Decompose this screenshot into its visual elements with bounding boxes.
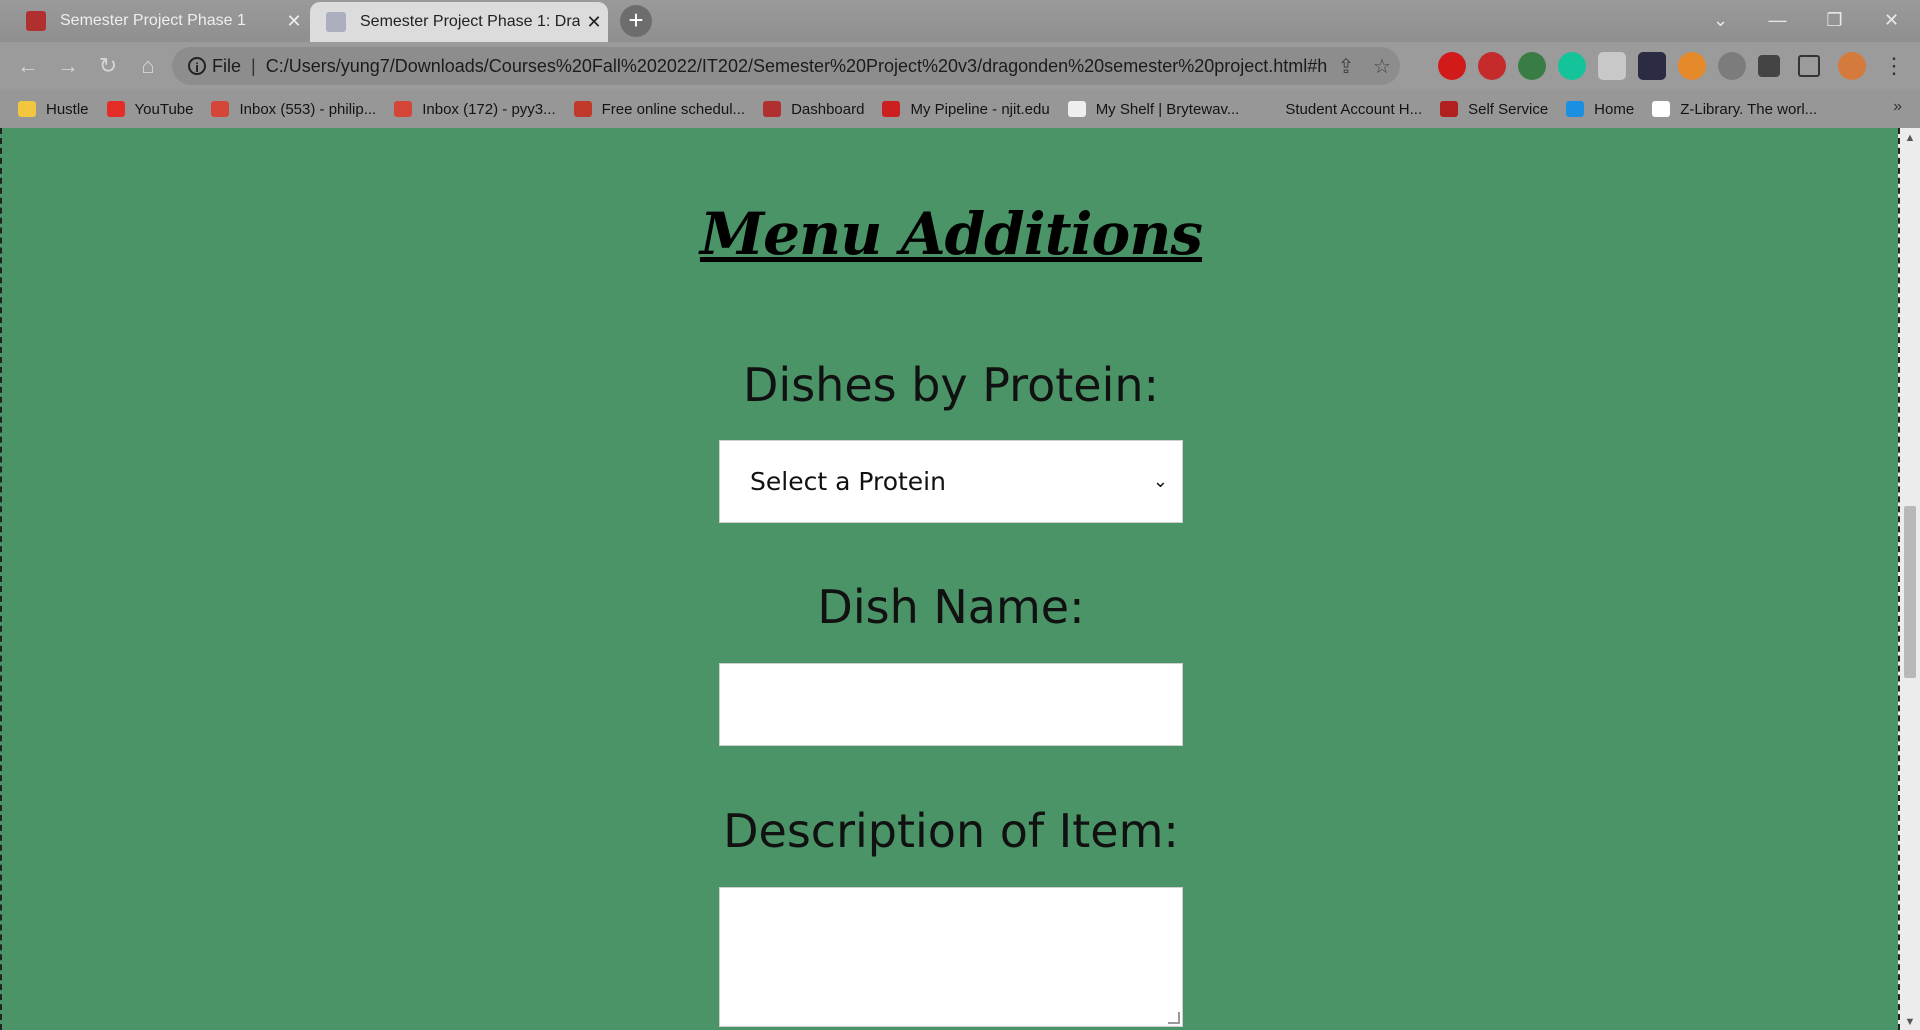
extensions-puzzle-icon[interactable] bbox=[1758, 55, 1780, 77]
site-info-icon[interactable]: i bbox=[188, 57, 206, 75]
bookmark-label: Student Account H... bbox=[1285, 100, 1423, 118]
bookmark-item[interactable]: My Pipeline - njit.edu bbox=[882, 100, 1050, 118]
tab-strip: Semester Project Phase 1 ✕ Semester Proj… bbox=[0, 0, 1920, 42]
bookmark-favicon-icon bbox=[1652, 101, 1671, 117]
new-tab-button[interactable]: + bbox=[620, 5, 652, 37]
address-bar[interactable]: i File | C:/Users/yung7/Downloads/Course… bbox=[172, 47, 1400, 85]
reload-icon[interactable]: ↻ bbox=[94, 52, 122, 80]
tab-favicon bbox=[326, 12, 346, 32]
description-label: Description of Item: bbox=[723, 804, 1179, 858]
scroll-up-icon[interactable]: ▲ bbox=[1900, 132, 1920, 144]
bookmarks-overflow-icon[interactable]: » bbox=[1893, 98, 1902, 116]
home-icon[interactable]: ⌂ bbox=[134, 52, 162, 80]
bookmark-label: Z-Library. The worl... bbox=[1680, 100, 1818, 118]
wire-extension-icon[interactable] bbox=[1638, 52, 1666, 80]
back-icon[interactable]: ← bbox=[14, 52, 42, 80]
bookmark-label: Free online schedul... bbox=[601, 100, 746, 118]
restore-icon[interactable]: ❐ bbox=[1806, 0, 1863, 40]
protein-label: Dishes by Protein: bbox=[743, 358, 1159, 412]
scheme-label: File bbox=[212, 55, 242, 76]
bookmark-favicon-icon bbox=[1257, 101, 1276, 117]
bookmarks-bar: Hustle YouTube Inbox (553) - philip... Inbo… bbox=[0, 90, 1920, 128]
tab-semester-project-active[interactable]: Semester Project Phase 1: Drago ✕ bbox=[310, 2, 608, 42]
dish-name-input[interactable] bbox=[719, 663, 1183, 746]
bookmark-label: Dashboard bbox=[791, 100, 865, 118]
window-controls: ⌄ — ❐ ✕ bbox=[1692, 0, 1920, 40]
dish-name-label: Dish Name: bbox=[817, 580, 1085, 634]
chevron-down-icon: ⌄ bbox=[1152, 471, 1168, 492]
extension-icon[interactable] bbox=[1598, 52, 1626, 80]
tab-semester-project[interactable]: Semester Project Phase 1 ✕ bbox=[10, 2, 308, 40]
bookmark-favicon-icon bbox=[106, 101, 125, 117]
share-icon[interactable]: ⇪ bbox=[1328, 54, 1364, 79]
adblock-extension-icon[interactable] bbox=[1478, 52, 1506, 80]
protein-select-value: Select a Protein bbox=[750, 467, 946, 496]
bookmark-star-icon[interactable]: ☆ bbox=[1364, 54, 1400, 79]
drive-extension-icon[interactable] bbox=[1518, 52, 1546, 80]
forward-icon[interactable]: → bbox=[54, 52, 82, 80]
address-separator: | bbox=[251, 55, 256, 76]
page-scrollbar[interactable]: ▲ ▼ bbox=[1898, 128, 1920, 1030]
bookmark-item[interactable]: Inbox (553) - philip... bbox=[211, 101, 376, 118]
protein-select[interactable]: Select a Protein ⌄ bbox=[719, 440, 1183, 523]
resize-handle-icon[interactable] bbox=[1168, 1012, 1180, 1024]
bookmark-item[interactable]: YouTube bbox=[106, 100, 194, 118]
bookmark-item[interactable]: Home bbox=[1566, 101, 1634, 118]
bookmark-favicon-icon bbox=[763, 101, 782, 117]
bookmark-item[interactable]: Inbox (172) - pyy3... bbox=[394, 100, 556, 118]
bookmark-favicon-icon bbox=[1067, 101, 1086, 117]
bookmark-label: Hustle bbox=[46, 100, 89, 118]
bookmark-label: Inbox (172) - pyy3... bbox=[422, 100, 556, 118]
scrollbar-thumb[interactable] bbox=[1904, 506, 1916, 678]
bookmark-favicon-icon bbox=[1566, 101, 1585, 117]
bookmark-favicon-icon bbox=[394, 101, 413, 117]
close-window-icon[interactable]: ✕ bbox=[1863, 0, 1920, 40]
bookmark-label: Home bbox=[1594, 100, 1635, 118]
side-panel-icon[interactable] bbox=[1798, 55, 1820, 77]
bookmark-favicon-icon bbox=[573, 101, 592, 117]
url-text[interactable]: C:/Users/yung7/Downloads/Courses%20Fall%… bbox=[266, 56, 1328, 77]
tab-title: Semester Project Phase 1: Drago bbox=[360, 13, 580, 30]
bookmark-label: My Shelf | Brytewav... bbox=[1095, 100, 1240, 118]
scroll-down-icon[interactable]: ▼ bbox=[1900, 1016, 1920, 1028]
bookmark-favicon-icon bbox=[18, 101, 36, 117]
tripadvisor-extension-icon[interactable] bbox=[1718, 52, 1746, 80]
bookmark-favicon-icon bbox=[211, 101, 230, 117]
menu-kebab-icon[interactable]: ⋮ bbox=[1880, 52, 1908, 80]
bookmark-item[interactable]: Hustle bbox=[18, 101, 89, 118]
bookmark-favicon-icon bbox=[882, 101, 901, 117]
tab-search-icon[interactable]: ⌄ bbox=[1692, 0, 1749, 40]
close-tab-icon[interactable]: ✕ bbox=[280, 11, 308, 32]
bookmark-item[interactable]: Dashboard bbox=[763, 101, 864, 118]
minimize-icon[interactable]: — bbox=[1749, 0, 1806, 40]
bookmark-favicon-icon bbox=[1440, 101, 1459, 117]
close-tab-icon[interactable]: ✕ bbox=[580, 12, 608, 33]
page-title: Menu Additions bbox=[699, 200, 1203, 268]
bookmark-label: YouTube bbox=[134, 100, 194, 118]
tab-title: Semester Project Phase 1 bbox=[60, 12, 246, 29]
bookmark-item[interactable]: Student Account H... bbox=[1257, 101, 1422, 118]
bookmark-item[interactable]: Free online schedul... bbox=[573, 100, 746, 118]
metamask-extension-icon[interactable] bbox=[1678, 52, 1706, 80]
grammarly-extension-icon[interactable] bbox=[1558, 52, 1586, 80]
bookmark-label: Inbox (553) - philip... bbox=[239, 100, 377, 118]
bookmark-label: My Pipeline - njit.edu bbox=[910, 100, 1050, 118]
browser-toolbar: ← → ↻ ⌂ i File | C:/Users/yung7/Download… bbox=[0, 42, 1920, 90]
opera-extension-icon[interactable] bbox=[1438, 52, 1466, 80]
profile-avatar[interactable] bbox=[1838, 52, 1866, 80]
page-content: Menu Additions Dishes by Protein: Select… bbox=[0, 128, 1898, 1030]
bookmark-item[interactable]: My Shelf | Brytewav... bbox=[1067, 100, 1240, 118]
tab-favicon bbox=[26, 11, 46, 31]
bookmark-item[interactable]: Z-Library. The worl... bbox=[1652, 101, 1817, 118]
bookmark-item[interactable]: Self Service bbox=[1440, 101, 1548, 118]
bookmark-label: Self Service bbox=[1468, 100, 1549, 118]
description-textarea[interactable] bbox=[719, 887, 1183, 1027]
